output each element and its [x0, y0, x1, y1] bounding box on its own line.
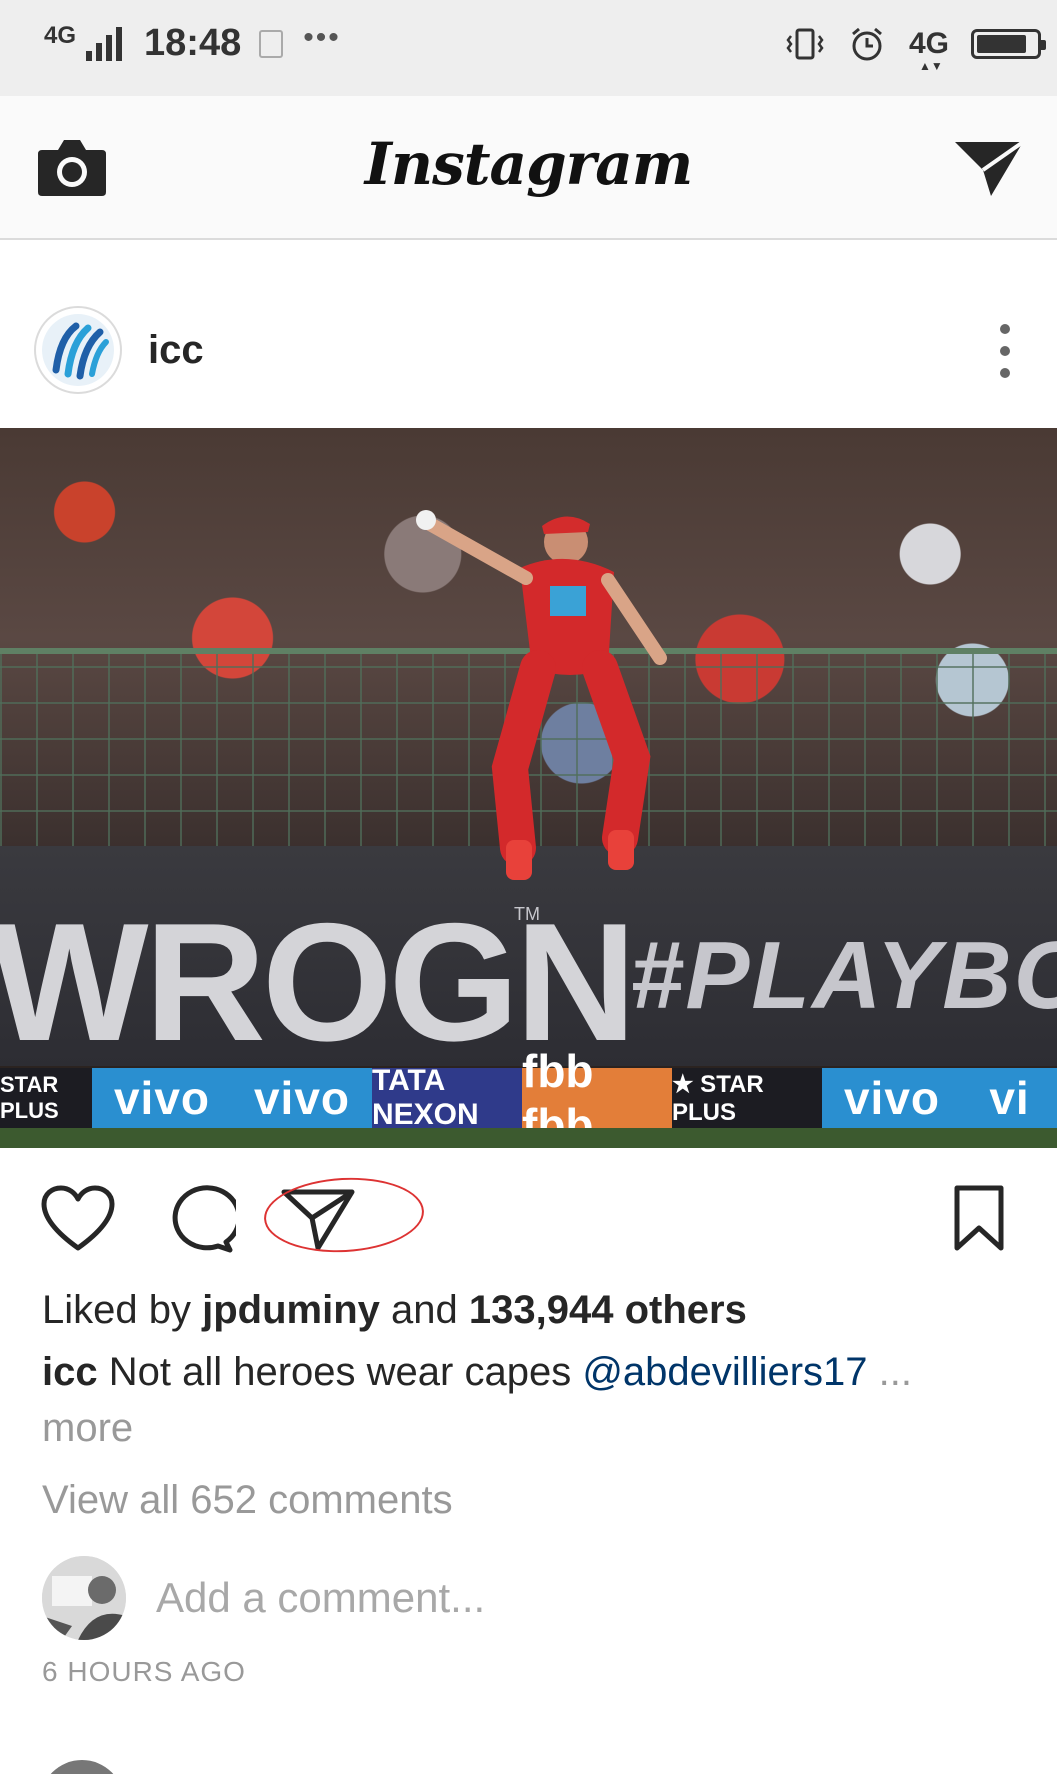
view-all-comments-link[interactable]: View all 652 comments — [42, 1478, 453, 1523]
ad-board: vivo — [92, 1068, 232, 1128]
ad-board: vivo — [232, 1068, 372, 1128]
comment-button[interactable] — [160, 1184, 242, 1254]
heart-icon — [41, 1185, 115, 1251]
ad-board: vivo — [822, 1068, 962, 1128]
signal-icon — [86, 26, 123, 61]
post-header: icc — [0, 240, 1057, 428]
post-author-avatar[interactable] — [34, 306, 122, 394]
likes-summary[interactable]: Liked by jpduminy and 133,944 others — [42, 1288, 747, 1333]
direct-send-icon — [955, 140, 1025, 196]
clock: 18:48 — [144, 22, 242, 64]
status-left: 4G 18:48 ••• — [44, 20, 341, 65]
likes-count[interactable]: 133,944 others — [469, 1288, 747, 1332]
ad-board: vi — [962, 1068, 1057, 1128]
grass-strip — [0, 1128, 1057, 1148]
ad-strip: STAR PLUS vivo vivo TATA NEXON fbb fbb ★… — [0, 1045, 1057, 1148]
status-bar: 4G 18:48 ••• 4G ▲▼ — [0, 0, 1057, 96]
direct-message-button[interactable] — [953, 136, 1025, 200]
next-post-avatar[interactable] — [40, 1760, 124, 1774]
save-button[interactable] — [941, 1184, 1017, 1254]
caption-mention[interactable]: @abdevilliers17 — [582, 1350, 867, 1394]
post-author-username[interactable]: icc — [148, 328, 204, 373]
status-right: 4G ▲▼ — [785, 24, 1046, 73]
likes-prefix: Liked by — [42, 1288, 191, 1332]
more-dot-icon — [1000, 324, 1010, 334]
post-caption: icc Not all heroes wear capes @abdevilli… — [42, 1350, 912, 1395]
likes-conjunction: and — [391, 1288, 458, 1332]
ad-board: TATA NEXON — [372, 1064, 522, 1131]
battery-icon — [971, 29, 1046, 59]
like-button[interactable] — [40, 1184, 116, 1254]
post-action-bar — [0, 1148, 1057, 1272]
ad-board: ★ STAR PLUS — [672, 1068, 822, 1128]
current-user-avatar — [42, 1556, 126, 1640]
caption-username[interactable]: icc — [42, 1350, 98, 1394]
add-comment-row — [0, 1552, 1057, 1642]
icc-logo-icon — [42, 314, 114, 386]
battery-level — [977, 35, 1027, 53]
sim-card-icon — [259, 29, 284, 58]
comment-icon — [172, 1185, 242, 1253]
post-photo[interactable]: WROGN TM #PLAYBOLD STAR PLUS vivo vivo T… — [0, 428, 1057, 1148]
more-dot-icon — [1000, 346, 1010, 356]
ad-board: fbb fbb — [522, 1045, 672, 1148]
liker-username[interactable]: jpduminy — [202, 1288, 380, 1332]
more-dot-icon — [1000, 368, 1010, 378]
post-timestamp: 6 HOURS AGO — [42, 1656, 246, 1687]
cricketer-figure — [416, 510, 667, 880]
hoarding-trademark: TM — [514, 904, 540, 924]
instagram-logo: Instagram — [364, 130, 693, 198]
network-type: 4G — [44, 21, 77, 49]
network-4g: 4G ▲▼ — [908, 27, 949, 73]
caption-ellipsis: ... — [878, 1350, 912, 1394]
notification-dots: ••• — [303, 20, 341, 54]
user-photo-icon — [42, 1556, 126, 1640]
app-header: Instagram — [0, 96, 1057, 240]
add-comment-input[interactable] — [156, 1572, 956, 1624]
alarm-icon — [852, 27, 882, 61]
caption-text: Not all heroes wear capes — [108, 1350, 572, 1394]
ad-board: STAR PLUS — [0, 1068, 92, 1128]
hoarding-hashtag: #PLAYBOLD — [630, 922, 1057, 1029]
post-options-button[interactable] — [993, 324, 1017, 378]
vibrate-icon — [786, 28, 824, 60]
caption-more-link[interactable]: more — [42, 1406, 133, 1451]
bookmark-icon — [954, 1185, 1004, 1251]
